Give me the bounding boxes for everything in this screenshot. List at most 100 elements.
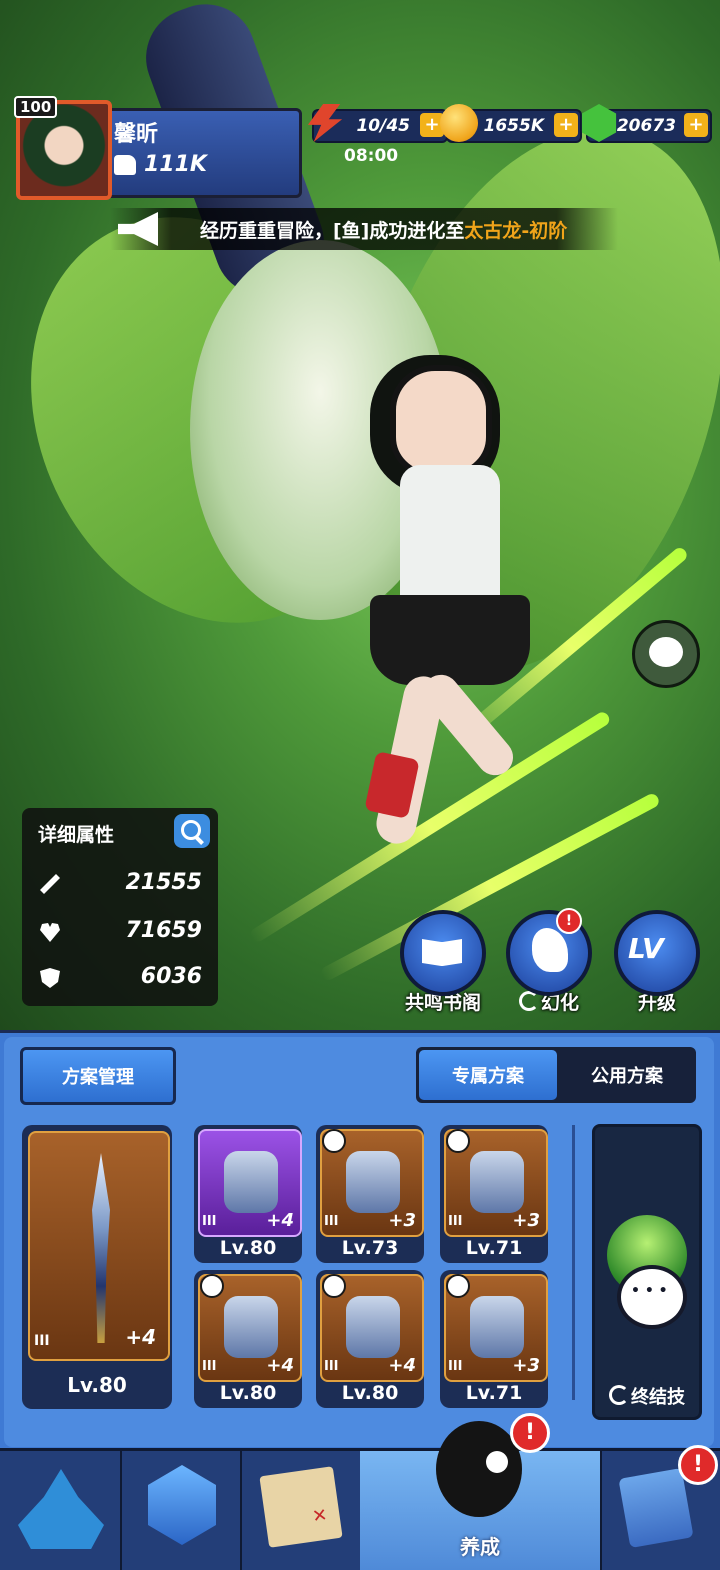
shop-box-icon: [618, 1467, 694, 1549]
item-level: Lv.71: [465, 1382, 523, 1404]
nav-item-battle[interactable]: [0, 1451, 122, 1570]
hp-row: 71659: [22, 910, 218, 954]
nav-item-map[interactable]: [240, 1451, 362, 1570]
tier-badge: III: [324, 1214, 339, 1229]
add-coins-button[interactable]: +: [554, 113, 578, 137]
castle-icon: [18, 1469, 104, 1549]
upgrade-button[interactable]: LV 升级: [614, 910, 700, 1014]
hp-value: 71659: [125, 918, 202, 943]
player-level-badge: 100: [14, 96, 58, 118]
necklace-icon: [470, 1296, 524, 1358]
coin-icon: [440, 104, 478, 142]
tier-badge: III: [202, 1214, 217, 1229]
enhance-level: +4: [388, 1355, 416, 1376]
gloves-slot[interactable]: III +4 Lv.80: [194, 1270, 302, 1408]
helmet-icon: [224, 1151, 278, 1213]
character-figure[interactable]: [330, 345, 580, 855]
player-profile[interactable]: 100 馨昕 111K: [14, 96, 302, 200]
coin-value: 1655K: [483, 116, 545, 136]
gem-value: 20673: [616, 116, 676, 136]
tab-public-plan[interactable]: 公用方案: [558, 1050, 696, 1100]
character-head: [390, 365, 492, 477]
transform-circle: !: [506, 908, 592, 996]
broadcast-highlight: 太古龙-初阶: [464, 220, 568, 242]
transform-button[interactable]: ! 幻化: [506, 908, 592, 1014]
belt-icon: [470, 1151, 524, 1213]
star-badge-icon: [200, 1274, 224, 1298]
helmet-slot[interactable]: III +4 Lv.80: [194, 1125, 302, 1263]
attack-value: 21555: [125, 870, 202, 895]
nav-item-develop[interactable]: ! 养成: [360, 1413, 602, 1570]
tier-badge: III: [324, 1359, 339, 1374]
heart-icon: [40, 923, 60, 942]
ultimate-skill-slot[interactable]: 终结技: [592, 1124, 702, 1420]
character-skirt: [370, 595, 530, 685]
gloves-icon: [224, 1296, 278, 1358]
nav-develop-label: 养成: [460, 1535, 500, 1559]
bottom-nav: ! 养成 !: [0, 1413, 720, 1570]
belt-slot[interactable]: III +3 Lv.71: [440, 1125, 548, 1263]
treasure-map-icon: [259, 1466, 343, 1548]
megaphone-icon: [118, 212, 158, 246]
switch-character-button[interactable]: [632, 620, 700, 688]
spear-icon: [92, 1153, 110, 1343]
tier-badge: III: [34, 1333, 50, 1349]
plan-segment-control: 专属方案 公用方案: [416, 1047, 696, 1103]
armor-slot[interactable]: III +3 Lv.73: [316, 1125, 424, 1263]
necklace-slot[interactable]: III +3 Lv.71: [440, 1270, 548, 1408]
nav-item-cards[interactable]: [120, 1451, 242, 1570]
attributes-panel: 详细属性 21555 71659 6036: [22, 808, 218, 1006]
broadcast-text: 经历重重冒险，[鱼]成功进化至太古龙-初阶: [200, 216, 567, 243]
level-up-icon: LV: [628, 932, 664, 965]
sword-icon: [40, 874, 60, 894]
item-level: Lv.80: [219, 1237, 277, 1259]
info-bubble-icon: [322, 1129, 346, 1153]
item-level: Lv.73: [341, 1237, 399, 1259]
combat-power-value: 111K: [144, 152, 207, 177]
item-level: Lv.80: [219, 1382, 277, 1404]
item-level: Lv.80: [67, 1373, 127, 1397]
enhance-level: +3: [512, 1210, 540, 1231]
enhance-level: +3: [512, 1355, 540, 1376]
search-icon[interactable]: [174, 814, 210, 848]
tier-badge: III: [448, 1359, 463, 1374]
tier-badge: III: [448, 1214, 463, 1229]
info-bubble-icon: [446, 1274, 470, 1298]
broadcast-banner[interactable]: 经历重重冒险，[鱼]成功进化至太古龙-初阶: [110, 208, 618, 250]
attributes-title: 详细属性: [38, 824, 115, 846]
codex-button[interactable]: 共鸣书阁: [400, 910, 486, 1014]
boots-icon: [346, 1296, 400, 1358]
armor-icon: [346, 1151, 400, 1213]
ultimate-label: 终结技: [595, 1383, 699, 1409]
energy-timer: 08:00: [344, 146, 399, 166]
dragon-head-icon: [532, 928, 568, 972]
alert-badge: !: [678, 1445, 718, 1485]
energy-value: 10/45: [356, 116, 410, 136]
boots-slot[interactable]: III +4 Lv.80: [316, 1270, 424, 1408]
book-icon: [422, 939, 462, 966]
chat-bubble-icon[interactable]: [617, 1265, 687, 1329]
item-level: Lv.71: [465, 1237, 523, 1259]
energy-resource: 10/45 +: [307, 104, 448, 144]
enhance-level: +4: [125, 1325, 156, 1349]
creature-face-icon: [649, 637, 683, 667]
add-gems-button[interactable]: +: [684, 113, 708, 137]
player-name: 馨昕: [114, 122, 159, 147]
nav-item-shop[interactable]: !: [600, 1445, 720, 1570]
alert-badge: !: [556, 908, 582, 934]
alert-badge: !: [510, 1413, 550, 1453]
tab-exclusive-plan[interactable]: 专属方案: [419, 1050, 557, 1100]
defense-value: 6036: [140, 964, 202, 989]
broadcast-prefix: 经历重重冒险，[鱼]成功进化至: [200, 220, 465, 242]
star-badge-icon: [446, 1129, 470, 1153]
panel-divider: [572, 1125, 575, 1400]
tier-badge: III: [202, 1359, 217, 1374]
shield-icon: [40, 968, 60, 988]
item-level: Lv.80: [341, 1382, 399, 1404]
enhance-level: +3: [388, 1210, 416, 1231]
plan-manage-button[interactable]: 方案管理: [20, 1047, 176, 1105]
weapon-slot[interactable]: III +4 Lv.80: [22, 1125, 172, 1409]
enhance-level: +4: [266, 1355, 294, 1376]
info-bubble-icon: [322, 1274, 346, 1298]
swirl-icon: [609, 1385, 629, 1405]
